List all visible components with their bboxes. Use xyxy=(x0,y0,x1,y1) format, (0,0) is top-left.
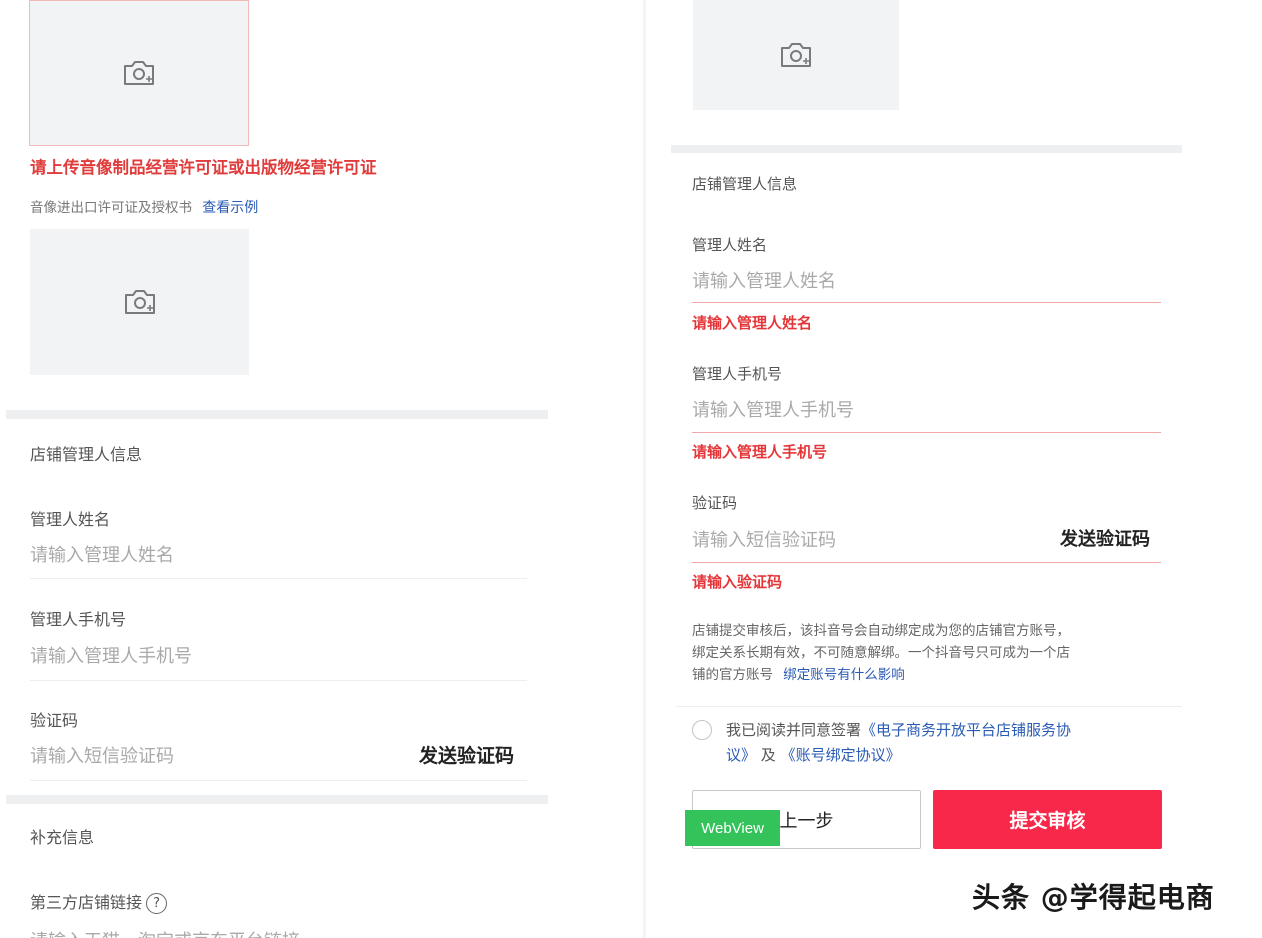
import-license-label: 音像进出口许可证及授权书 xyxy=(30,200,192,216)
binding-agreement-link[interactable]: 《账号绑定协议》 xyxy=(781,746,901,764)
section-separator xyxy=(6,795,548,804)
notice-text: 铺的官方账号 xyxy=(692,667,773,683)
third-party-input[interactable]: 请输入天猫、淘宝或京东平台链接 xyxy=(30,927,300,938)
section-separator xyxy=(6,410,548,419)
left-screen: 请上传音像制品经营许可证或出版物经营许可证 音像进出口许可证及授权书 查看示例 … xyxy=(0,0,646,938)
manager-phone-label: 管理人手机号 xyxy=(30,610,127,629)
send-code-button[interactable]: 发送验证码 xyxy=(419,741,514,768)
binding-notice: 店铺提交审核后，该抖音号会自动绑定成为您的店铺官方账号， 绑定关系长期有效，不可… xyxy=(692,620,1172,686)
manager-name-input[interactable]: 请输入管理人姓名 xyxy=(692,267,836,293)
service-agreement-link-cont[interactable]: 议》 xyxy=(726,746,756,764)
third-party-label-row: 第三方店铺链接? xyxy=(30,889,168,914)
code-input[interactable]: 请输入短信验证码 xyxy=(30,742,174,768)
manager-section-title: 店铺管理人信息 xyxy=(692,175,798,193)
webview-badge: WebView xyxy=(685,810,780,846)
manager-name-label: 管理人姓名 xyxy=(30,510,111,529)
notice-line: 绑定关系长期有效，不可随意解绑。一个抖音号只可成为一个店 xyxy=(692,645,1070,661)
camera-icon xyxy=(124,61,154,85)
manager-phone-error: 请输入管理人手机号 xyxy=(692,443,828,461)
input-underline xyxy=(30,780,527,781)
binding-impact-link[interactable]: 绑定账号有什么影响 xyxy=(783,667,905,683)
camera-icon xyxy=(781,43,811,67)
watermark-text: 头条 @学得起电商 xyxy=(972,881,1215,914)
code-input[interactable]: 请输入短信验证码 xyxy=(692,526,836,552)
camera-icon xyxy=(124,290,155,314)
third-party-label: 第三方店铺链接 xyxy=(30,893,143,912)
manager-phone-input[interactable]: 请输入管理人手机号 xyxy=(692,396,854,422)
upload-box[interactable] xyxy=(693,0,899,110)
notice-line-3: 铺的官方账号 绑定账号有什么影响 xyxy=(692,664,1172,686)
divider-line xyxy=(676,706,1182,707)
input-underline-error xyxy=(692,302,1161,303)
manager-name-error: 请输入管理人姓名 xyxy=(692,314,813,332)
submit-review-button[interactable]: 提交审核 xyxy=(933,790,1162,849)
service-agreement-link[interactable]: 《电子商务开放平台店铺服务协 xyxy=(861,721,1071,739)
right-screen: 店铺管理人信息 管理人姓名 请输入管理人姓名 请输入管理人姓名 管理人手机号 请… xyxy=(646,0,1262,938)
manager-phone-label: 管理人手机号 xyxy=(692,365,783,383)
upload-license-error: 请上传音像制品经营许可证或出版物经营许可证 xyxy=(30,158,377,177)
license-upload-box[interactable] xyxy=(29,0,249,146)
manager-phone-input[interactable]: 请输入管理人手机号 xyxy=(30,642,192,668)
import-license-upload-box[interactable] xyxy=(30,229,249,375)
manager-name-label: 管理人姓名 xyxy=(692,236,768,254)
agree-prefix: 我已阅读并同意签署 xyxy=(726,721,862,739)
input-underline xyxy=(30,578,527,579)
notice-line: 店铺提交审核后，该抖音号会自动绑定成为您的店铺官方账号， xyxy=(692,623,1070,639)
code-label: 验证码 xyxy=(30,711,79,730)
agreement-text: 我已阅读并同意签署《电子商务开放平台店铺服务协 议》 及 《账号绑定协议》 xyxy=(726,718,1156,768)
agree-radio[interactable] xyxy=(692,720,712,740)
code-error: 请输入验证码 xyxy=(692,573,783,591)
send-code-button[interactable]: 发送验证码 xyxy=(1060,525,1150,551)
view-example-link[interactable]: 查看示例 xyxy=(202,200,258,216)
input-underline xyxy=(30,680,527,681)
manager-section-title: 店铺管理人信息 xyxy=(30,445,143,464)
help-icon[interactable]: ? xyxy=(146,893,168,914)
code-label: 验证码 xyxy=(692,494,738,512)
section-separator xyxy=(671,145,1182,153)
input-underline-error xyxy=(692,562,1161,563)
manager-name-input[interactable]: 请输入管理人姓名 xyxy=(30,541,174,567)
input-underline-error xyxy=(692,432,1161,433)
supplement-section-title: 补充信息 xyxy=(30,828,95,847)
agree-and: 及 xyxy=(756,746,781,764)
import-license-row: 音像进出口许可证及授权书 查看示例 xyxy=(30,196,258,217)
